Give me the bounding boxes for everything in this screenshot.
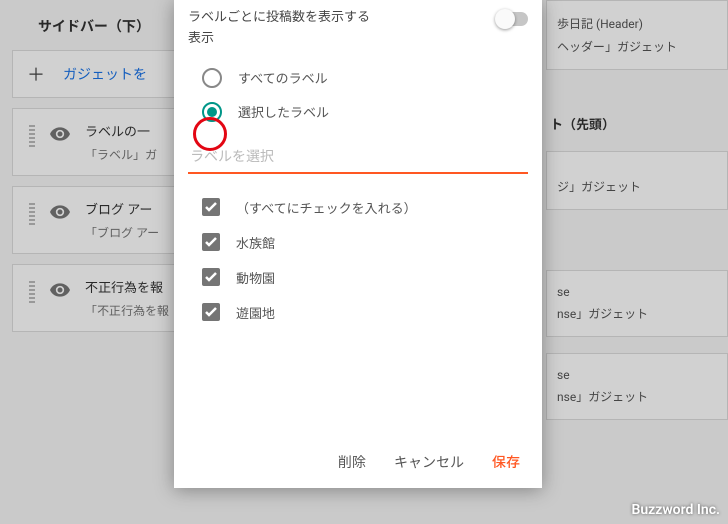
radio-icon xyxy=(202,102,222,122)
radio-selected-labels[interactable]: 選択したラベル xyxy=(202,102,528,122)
label-check-text: 遊園地 xyxy=(236,303,275,322)
check-all-label: （すべてにチェックを入れる） xyxy=(236,198,417,217)
label-check-item[interactable]: 水族館 xyxy=(202,233,528,252)
delete-button[interactable]: 削除 xyxy=(338,452,366,472)
watermark: Buzzword Inc. xyxy=(631,502,720,518)
checkbox-checked-icon xyxy=(202,198,220,216)
show-post-count-label: ラベルごとに投稿数を表示する xyxy=(188,8,370,29)
radio-icon xyxy=(202,68,222,88)
toggle-knob xyxy=(495,9,515,29)
cancel-button[interactable]: キャンセル xyxy=(394,452,464,472)
input-underline xyxy=(188,172,528,174)
checkbox-checked-icon xyxy=(202,233,220,251)
label-check-text: 動物園 xyxy=(236,268,275,287)
show-post-count-toggle[interactable] xyxy=(496,12,528,26)
radio-all-labels[interactable]: すべてのラベル xyxy=(202,68,528,88)
radio-selected-label: 選択したラベル xyxy=(238,102,329,121)
display-heading: 表示 xyxy=(188,29,370,50)
check-all-item[interactable]: （すべてにチェックを入れる） xyxy=(202,198,528,217)
label-check-item[interactable]: 動物園 xyxy=(202,268,528,287)
label-check-text: 水族館 xyxy=(236,233,275,252)
label-select-input[interactable]: ラベルを選択 xyxy=(188,146,528,172)
radio-all-label: すべてのラベル xyxy=(238,68,328,87)
display-radio-group: すべてのラベル 選択したラベル xyxy=(202,68,528,122)
save-button[interactable]: 保存 xyxy=(492,452,520,472)
checkbox-checked-icon xyxy=(202,303,220,321)
label-settings-dialog: ラベルごとに投稿数を表示する 表示 すべてのラベル 選択したラベル ラベルを選択 xyxy=(174,0,542,488)
dialog-action-bar: 削除 キャンセル 保存 xyxy=(174,436,542,488)
label-check-item[interactable]: 遊園地 xyxy=(202,303,528,322)
checkbox-checked-icon xyxy=(202,268,220,286)
